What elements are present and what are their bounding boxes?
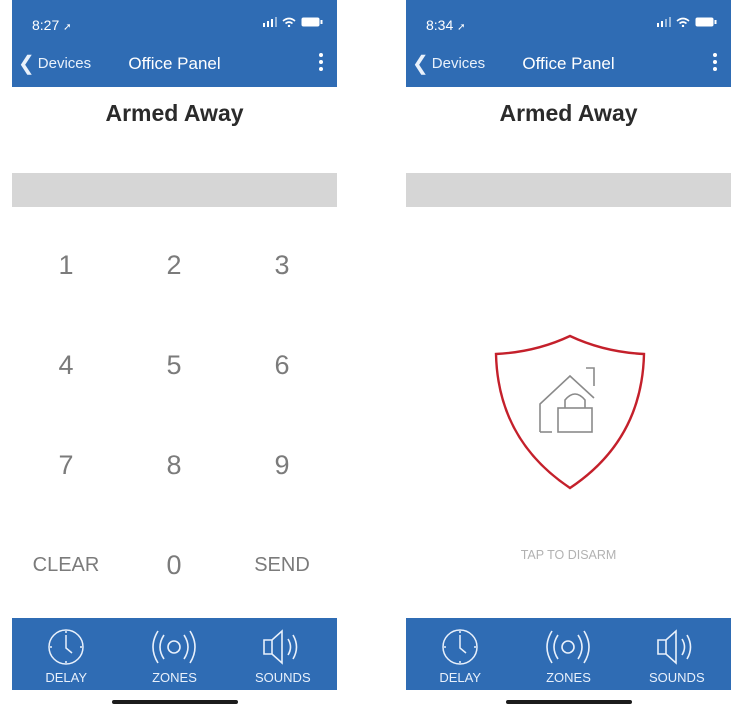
zones-button[interactable]: ZONES [514,618,622,690]
clock-icon [442,629,478,665]
status-bar-strip [406,173,731,207]
wifi-icon [676,17,690,27]
speaker-icon [657,629,692,665]
sounds-button[interactable]: SOUNDS [229,618,337,690]
arm-status-title: Armed Away [105,100,244,126]
nav-bar: ❮ Devices Office Panel [406,42,731,87]
status-time: 8:34 ➚ [426,17,466,33]
wifi-icon [282,17,296,27]
tap-to-disarm-label: TAP TO DISARM [520,548,617,562]
status-icons [263,17,323,27]
broadcast-icon [152,630,197,664]
key-3[interactable]: 3 [228,215,336,315]
key-9[interactable]: 9 [228,415,336,515]
key-8[interactable]: 8 [120,415,228,515]
zones-button[interactable]: ZONES [120,618,228,690]
more-vertical-icon[interactable] [317,53,325,75]
sounds-button[interactable]: SOUNDS [623,618,731,690]
delay-button[interactable]: DELAY [406,618,514,690]
key-2[interactable]: 2 [120,215,228,315]
clear-button[interactable]: CLEAR [12,515,120,615]
delay-label: DELAY [45,670,87,685]
status-bar: 8:27 ➚ [12,0,337,42]
delay-label: DELAY [439,670,481,685]
disarm-shield-button[interactable] [490,330,650,495]
key-6[interactable]: 6 [228,315,336,415]
key-0[interactable]: 0 [120,515,228,615]
bottom-toolbar: DELAY ZONES SOUNDS [406,618,731,690]
keypad: 1 2 3 4 5 6 7 8 9 CLEAR 0 SEND [12,215,337,615]
shield-home-lock-icon [494,334,646,490]
zones-label: ZONES [152,670,197,685]
signal-icon [263,17,277,27]
status-icons [657,17,717,27]
keypad-screen: 8:27 ➚ ❮ Devices Office Panel Armed Away… [12,0,337,708]
signal-icon [657,17,671,27]
bottom-toolbar: DELAY ZONES SOUNDS [12,618,337,690]
home-indicator [112,700,238,704]
nav-title: Office Panel [128,54,221,73]
nav-title: Office Panel [522,54,615,73]
key-7[interactable]: 7 [12,415,120,515]
nav-bar: ❮ Devices Office Panel [12,42,337,87]
key-1[interactable]: 1 [12,215,120,315]
sounds-label: SOUNDS [255,670,311,685]
send-button[interactable]: SEND [228,515,336,615]
status-time-text: 8:34 [426,17,454,33]
battery-icon [695,17,717,27]
more-vertical-icon[interactable] [711,53,719,75]
sounds-label: SOUNDS [649,670,705,685]
status-time: 8:27 ➚ [32,17,72,33]
delay-button[interactable]: DELAY [12,618,120,690]
key-5[interactable]: 5 [120,315,228,415]
clock-icon [48,629,84,665]
status-bar: 8:34 ➚ [406,0,731,42]
location-arrow-icon: ➚ [63,22,72,33]
speaker-icon [263,629,298,665]
battery-icon [301,17,323,27]
location-arrow-icon: ➚ [457,22,466,33]
status-time-text: 8:27 [32,17,60,33]
home-indicator [506,700,632,704]
broadcast-icon [546,630,591,664]
code-entry-bar [12,173,337,207]
key-4[interactable]: 4 [12,315,120,415]
arm-status-title: Armed Away [499,100,638,126]
zones-label: ZONES [546,670,591,685]
disarm-screen: 8:34 ➚ ❮ Devices Office Panel Armed Away… [406,0,731,708]
